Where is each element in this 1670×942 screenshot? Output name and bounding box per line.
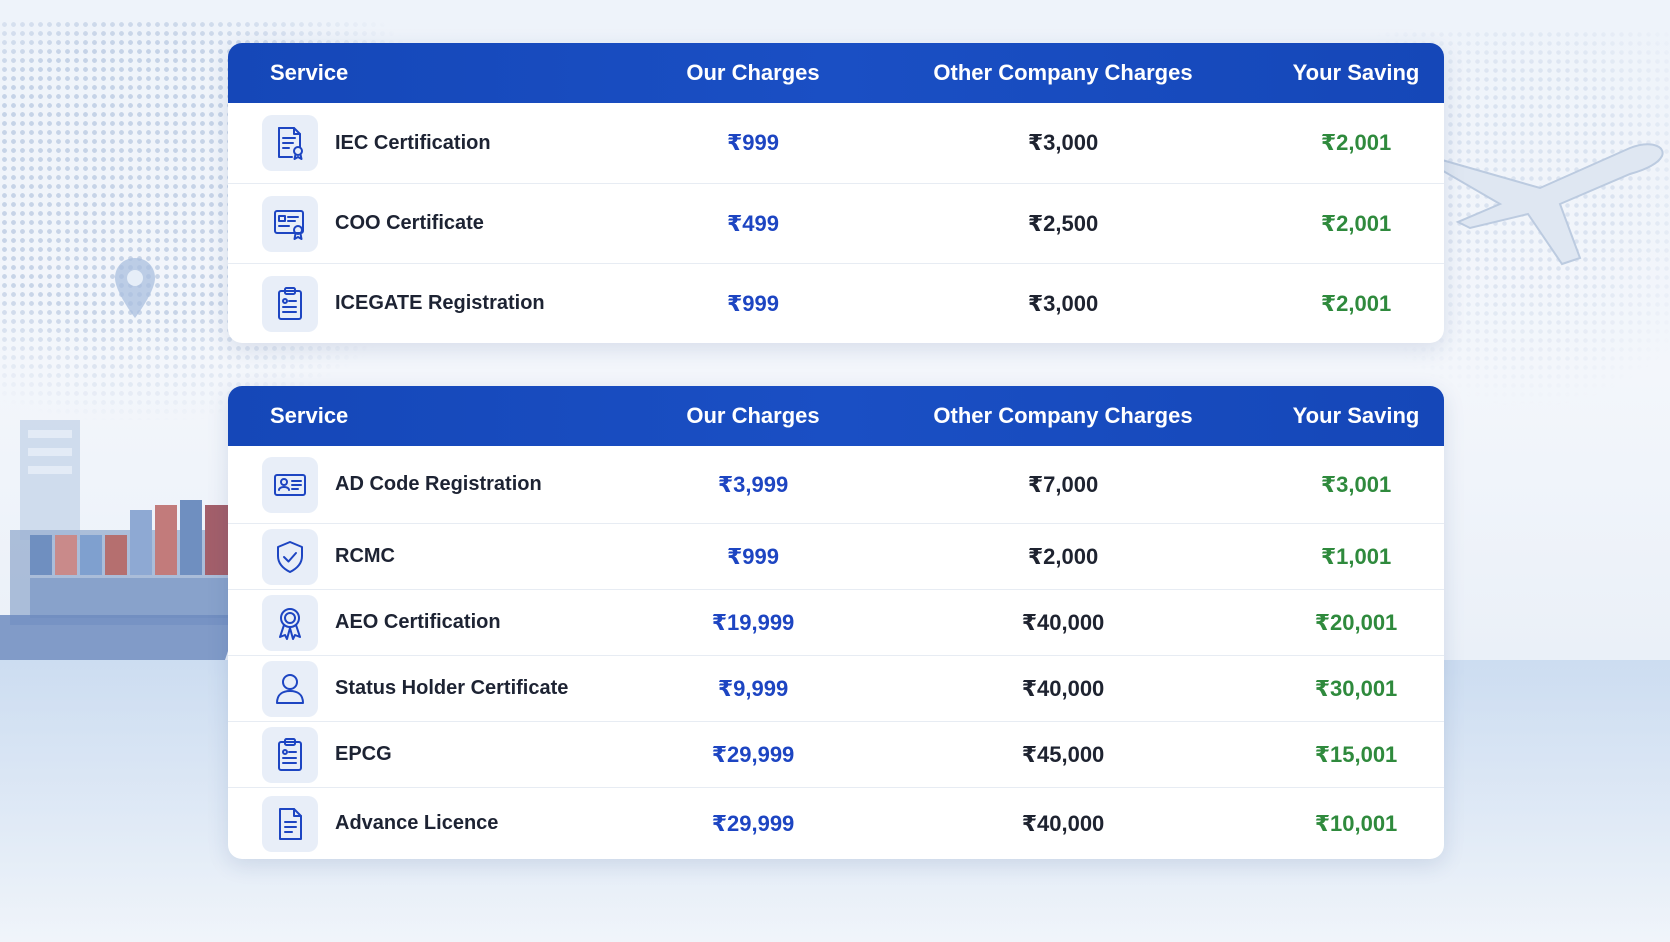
service-name: RCMC (335, 545, 395, 567)
service-name: AEO Certification (335, 611, 501, 633)
header-our-charges: Our Charges (686, 60, 820, 85)
other-charge: ₹2,000 (1027, 543, 1099, 569)
our-charge: ₹499 (726, 210, 779, 236)
other-charge: ₹40,000 (1021, 810, 1105, 836)
header-other-charges: Other Company Charges (933, 60, 1193, 85)
table-row: ICEGATE Registration ₹999 ₹3,000 ₹2,001 (228, 263, 1444, 343)
id-card-icon (262, 456, 318, 513)
service-name: COO Certificate (335, 212, 484, 234)
certificate-badge-icon (262, 195, 318, 252)
location-pin-icon (115, 258, 155, 318)
other-charge: ₹40,000 (1021, 609, 1105, 635)
saving: ₹10,001 (1314, 810, 1398, 836)
saving: ₹2,001 (1320, 130, 1392, 155)
other-charge: ₹40,000 (1021, 675, 1105, 701)
table-row: COO Certificate ₹499 ₹2,500 ₹2,001 (228, 183, 1444, 263)
award-ribbon-icon (262, 594, 318, 651)
service-name: ICEGATE Registration (335, 292, 545, 314)
table-row: Status Holder Certificate ₹9,999 ₹40,000… (228, 655, 1444, 721)
header-service: Service (270, 403, 349, 428)
table-row: AEO Certification ₹19,999 ₹40,000 ₹20,00… (228, 589, 1444, 655)
table-row: RCMC ₹999 ₹2,000 ₹1,001 (228, 523, 1444, 589)
service-name: Advance Licence (335, 812, 499, 834)
our-charge: ₹9,999 (717, 675, 789, 701)
shield-check-icon (262, 528, 318, 585)
our-charge: ₹29,999 (711, 810, 795, 836)
saving: ₹30,001 (1314, 675, 1398, 701)
clipboard-icon (262, 275, 318, 332)
other-charge: ₹3,000 (1027, 290, 1099, 316)
table-row: AD Code Registration ₹3,999 ₹7,000 ₹3,00… (228, 446, 1444, 523)
table-row: Advance Licence ₹29,999 ₹40,000 ₹10,001 (228, 787, 1444, 859)
saving: ₹2,001 (1320, 290, 1392, 316)
service-name: IEC Certification (335, 131, 491, 154)
service-name: Status Holder Certificate (335, 677, 569, 699)
saving: ₹20,001 (1314, 609, 1398, 635)
other-charge: ₹7,000 (1027, 471, 1099, 497)
header-service: Service (270, 60, 349, 85)
service-name: AD Code Registration (335, 473, 542, 495)
our-charge: ₹999 (726, 543, 779, 569)
header-our-charges: Our Charges (686, 403, 820, 428)
saving: ₹2,001 (1320, 210, 1392, 236)
cargo-ship-image (0, 420, 240, 660)
header-other-charges: Other Company Charges (933, 403, 1193, 428)
other-charge: ₹2,500 (1027, 210, 1099, 236)
our-charge: ₹3,999 (717, 471, 789, 497)
saving: ₹15,001 (1314, 741, 1398, 767)
our-charge: ₹19,999 (711, 609, 795, 635)
airplane-image (1433, 143, 1664, 266)
table-header: Service Our Charges Other Company Charge… (228, 386, 1444, 446)
saving: ₹3,001 (1320, 471, 1392, 497)
table-row: IEC Certification ₹999 ₹3,000 ₹2,001 (228, 103, 1444, 183)
certificate-document-icon (262, 115, 318, 171)
header-your-saving: Your Saving (1292, 403, 1420, 428)
table-header: Service Our Charges Other Company Charge… (228, 43, 1444, 103)
our-charge: ₹999 (726, 290, 779, 316)
other-charge: ₹3,000 (1027, 130, 1099, 155)
saving: ₹1,001 (1320, 543, 1392, 569)
pricing-table-2: Service Our Charges Other Company Charge… (228, 386, 1444, 859)
table-row: EPCG ₹29,999 ₹45,000 ₹15,001 (228, 721, 1444, 787)
clipboard-icon (262, 726, 318, 783)
pricing-table-1: Service Our Charges Other Company Charge… (228, 43, 1444, 343)
our-charge: ₹999 (726, 130, 779, 155)
other-charge: ₹45,000 (1021, 741, 1105, 767)
service-name: EPCG (335, 743, 392, 765)
document-icon (262, 795, 318, 852)
our-charge: ₹29,999 (711, 741, 795, 767)
user-icon (262, 660, 318, 717)
header-your-saving: Your Saving (1292, 60, 1420, 85)
